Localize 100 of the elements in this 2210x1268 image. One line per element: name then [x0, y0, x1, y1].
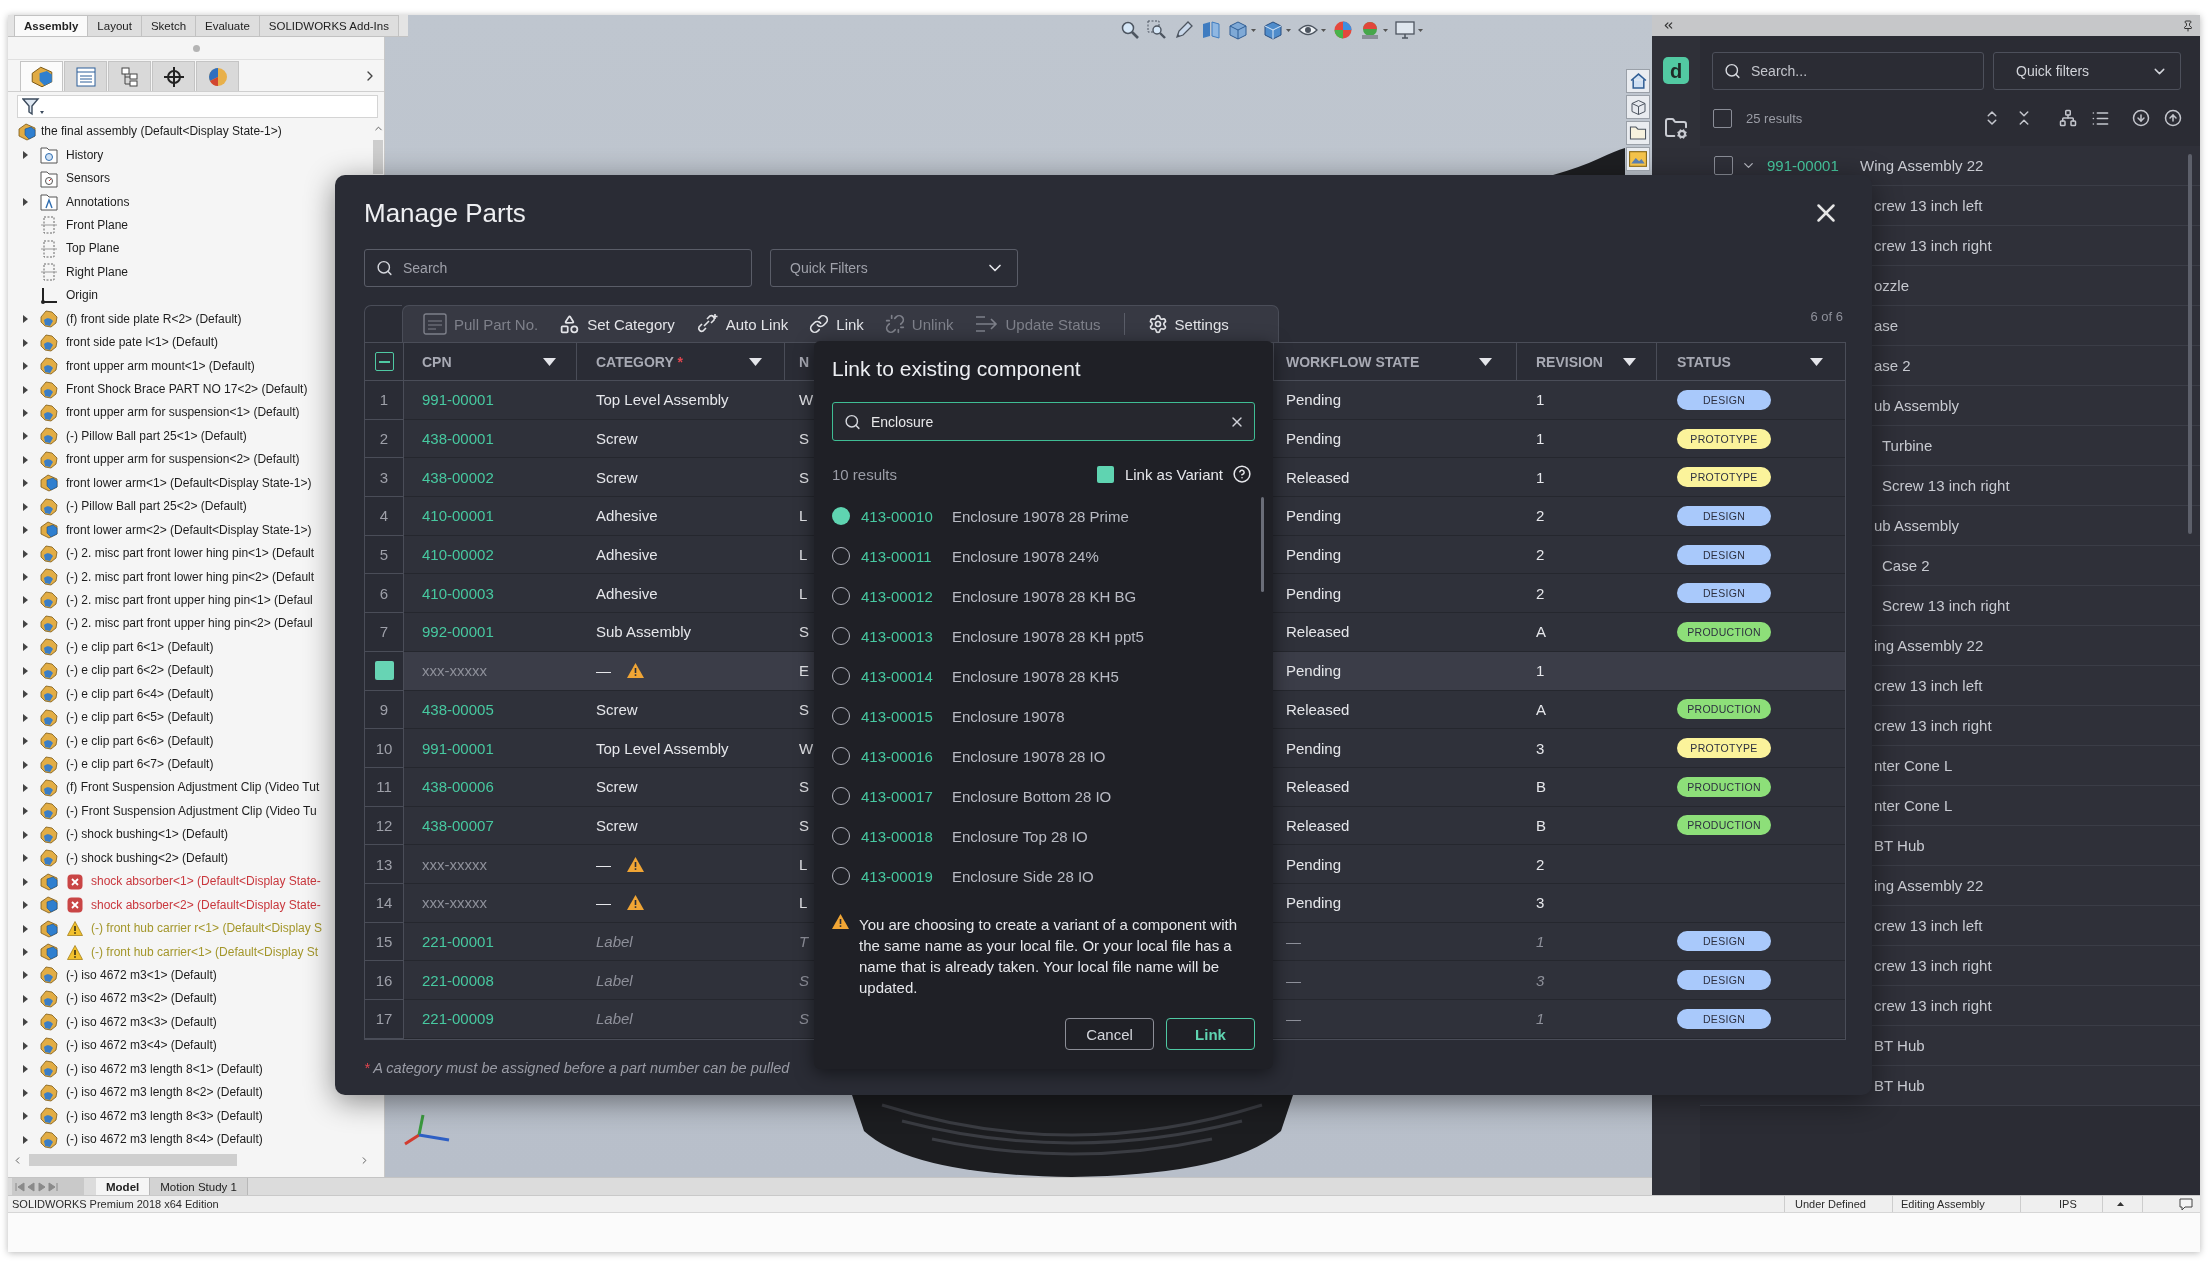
tree-item[interactable]: (-) iso 4672 m3 length 8<3> (Default): [66, 1108, 263, 1124]
part-name[interactable]: BT Hub: [1874, 1077, 1925, 1094]
grip-dot-icon[interactable]: [192, 44, 200, 52]
folder-gear-icon[interactable]: [1664, 116, 1688, 140]
tree-item[interactable]: the final assembly (Default<Display State-1>): [41, 124, 282, 140]
part-name[interactable]: crew 13 inch left: [1874, 677, 1983, 694]
command-tab[interactable]: SOLIDWORKS Add-Ins: [258, 15, 399, 36]
part-number-link[interactable]: 992-00001: [422, 623, 494, 641]
part-number-link[interactable]: 438-00007: [422, 816, 494, 834]
command-tab[interactable]: Sketch: [140, 15, 197, 36]
pin-icon[interactable]: [2182, 19, 2194, 32]
tree-item[interactable]: (-) 2. misc part front lower hing pin<1> (Default: [66, 546, 315, 562]
part-name[interactable]: Turbine: [1882, 437, 1933, 454]
caret-down-icon[interactable]: [1623, 357, 1636, 366]
split-panels-icon[interactable]: [1201, 20, 1221, 40]
select-all-checkbox[interactable]: [374, 352, 394, 371]
part-number-link[interactable]: 991-00001: [1767, 157, 1847, 174]
part-number-link[interactable]: 991-00001: [422, 739, 494, 757]
part-name[interactable]: BT Hub: [1874, 837, 1925, 854]
tree-item[interactable]: Right Plane: [66, 264, 129, 280]
expand-arrow-icon[interactable]: [22, 1135, 28, 1144]
expand-arrow-icon[interactable]: [22, 596, 28, 605]
part-number-link[interactable]: 221-00009: [422, 1010, 494, 1028]
tree-item[interactable]: front lower arm<2> (Default<Display State-1>): [66, 522, 312, 538]
column-header[interactable]: CATEGORY *: [577, 343, 785, 380]
quick-filters-dropdown[interactable]: Quick filters: [1993, 52, 2181, 90]
cancel-button[interactable]: Cancel: [1065, 1018, 1154, 1050]
part-name[interactable]: nter Cone L: [1874, 797, 1953, 814]
expand-arrow-icon[interactable]: [22, 432, 28, 441]
expand-arrow-icon[interactable]: [22, 737, 28, 746]
part-name[interactable]: crew 13 inch right: [1874, 717, 1992, 734]
download-icon[interactable]: [2132, 109, 2150, 127]
pencil-icon[interactable]: [1174, 20, 1194, 40]
tree-item[interactable]: front upper arm for suspension<1> (Default): [66, 405, 300, 421]
expand-arrow-icon[interactable]: [22, 783, 28, 792]
part-number-link[interactable]: 438-00002: [422, 468, 494, 486]
app-logo[interactable]: d: [1663, 57, 1689, 84]
tree-item[interactable]: (-) Pillow Ball part 25<1> (Default): [66, 428, 247, 444]
document-tab[interactable]: Model: [96, 1178, 151, 1195]
column-header[interactable]: STATUS: [1657, 343, 1845, 380]
tree-item[interactable]: (-) e clip part 6<2> (Default): [66, 663, 214, 679]
column-header[interactable]: CPN: [404, 343, 577, 380]
expand-arrow-icon[interactable]: [22, 807, 28, 816]
tree-item[interactable]: (-) e clip part 6<7> (Default): [66, 757, 214, 773]
tree-filter-field[interactable]: [17, 95, 378, 118]
expand-arrow-icon[interactable]: [22, 994, 28, 1003]
upload-icon[interactable]: [2164, 109, 2182, 127]
tree-item[interactable]: front lower arm<1> (Default<Display State-1>): [66, 475, 312, 491]
scrollbar-thumb[interactable]: [29, 1154, 237, 1166]
part-name[interactable]: BT Hub: [1874, 1037, 1925, 1054]
part-name[interactable]: ub Assembly: [1874, 397, 1960, 414]
tree-item[interactable]: (-) iso 4672 m3<4> (Default): [66, 1038, 217, 1054]
scrollbar-thumb[interactable]: [1261, 497, 1264, 592]
view-palette-button[interactable]: [1626, 95, 1650, 119]
tree-item[interactable]: (-) iso 4672 m3<2> (Default): [66, 991, 217, 1007]
command-tab[interactable]: Layout: [87, 15, 142, 36]
caret-down-icon[interactable]: [1479, 357, 1492, 366]
part-number-link[interactable]: 991-00001: [422, 391, 494, 409]
part-name[interactable]: Screw 13 inch right: [1882, 597, 2010, 614]
tree-item[interactable]: (-) iso 4672 m3<3> (Default): [66, 1014, 217, 1030]
expand-arrow-icon[interactable]: [22, 1041, 28, 1050]
part-name[interactable]: ing Assembly 22: [1874, 637, 1984, 654]
radio-button[interactable]: [832, 507, 850, 525]
set-category-button[interactable]: Set Category: [559, 313, 675, 335]
column-header[interactable]: REVISION: [1517, 343, 1657, 380]
part-name[interactable]: ase 2: [1874, 357, 1911, 374]
scrollbar-thumb[interactable]: [2188, 154, 2192, 534]
expand-arrow-icon[interactable]: [22, 901, 28, 910]
tree-item[interactable]: front upper arm mount<1> (Default): [66, 358, 255, 374]
expand-arrow-icon[interactable]: [22, 151, 28, 160]
expand-arrow-icon[interactable]: [22, 315, 28, 324]
tree-item[interactable]: (-) iso 4672 m3 length 8<1> (Default): [66, 1061, 263, 1077]
tree-item[interactable]: (-) 2. misc part front lower hing pin<2> (Default: [66, 569, 315, 585]
scrollbar-thumb[interactable]: [373, 140, 383, 174]
expand-arrow-icon[interactable]: [22, 690, 28, 699]
expand-arrow-icon[interactable]: [22, 573, 28, 582]
part-name[interactable]: nter Cone L: [1874, 757, 1953, 774]
tree-item[interactable]: Top Plane: [66, 241, 120, 257]
search-field[interactable]: Search...: [1712, 52, 1984, 90]
command-tab[interactable]: Evaluate: [195, 15, 260, 36]
expand-arrow-icon[interactable]: [22, 1018, 28, 1027]
quick-filters-dropdown[interactable]: Quick Filters: [770, 249, 1018, 287]
part-number-link[interactable]: 221-00001: [422, 932, 494, 950]
help-icon[interactable]: [1233, 465, 1251, 483]
view-palette-button[interactable]: [1626, 147, 1650, 171]
caret-down-icon[interactable]: [543, 357, 556, 366]
view-palette-button[interactable]: [1626, 121, 1650, 145]
tree-item[interactable]: Front Plane: [66, 217, 129, 233]
view-palette-button[interactable]: [1626, 69, 1650, 93]
expand-arrow-icon[interactable]: [22, 877, 28, 886]
monitor-dropdown-icon[interactable]: [1395, 20, 1423, 40]
tree-item[interactable]: front upper arm for suspension<2> (Default): [66, 452, 300, 468]
expand-arrow-icon[interactable]: [22, 1088, 28, 1097]
part-name[interactable]: Wing Assembly 22: [1860, 157, 1984, 174]
part-name[interactable]: crew 13 inch left: [1874, 917, 1983, 934]
part-name[interactable]: crew 13 inch right: [1874, 237, 1992, 254]
part-name[interactable]: crew 13 inch right: [1874, 957, 1992, 974]
expand-arrow-icon[interactable]: [22, 948, 28, 957]
tree-item[interactable]: shock absorber<1> (Default<Display State-: [91, 874, 321, 890]
caret-down-icon[interactable]: [749, 357, 762, 366]
